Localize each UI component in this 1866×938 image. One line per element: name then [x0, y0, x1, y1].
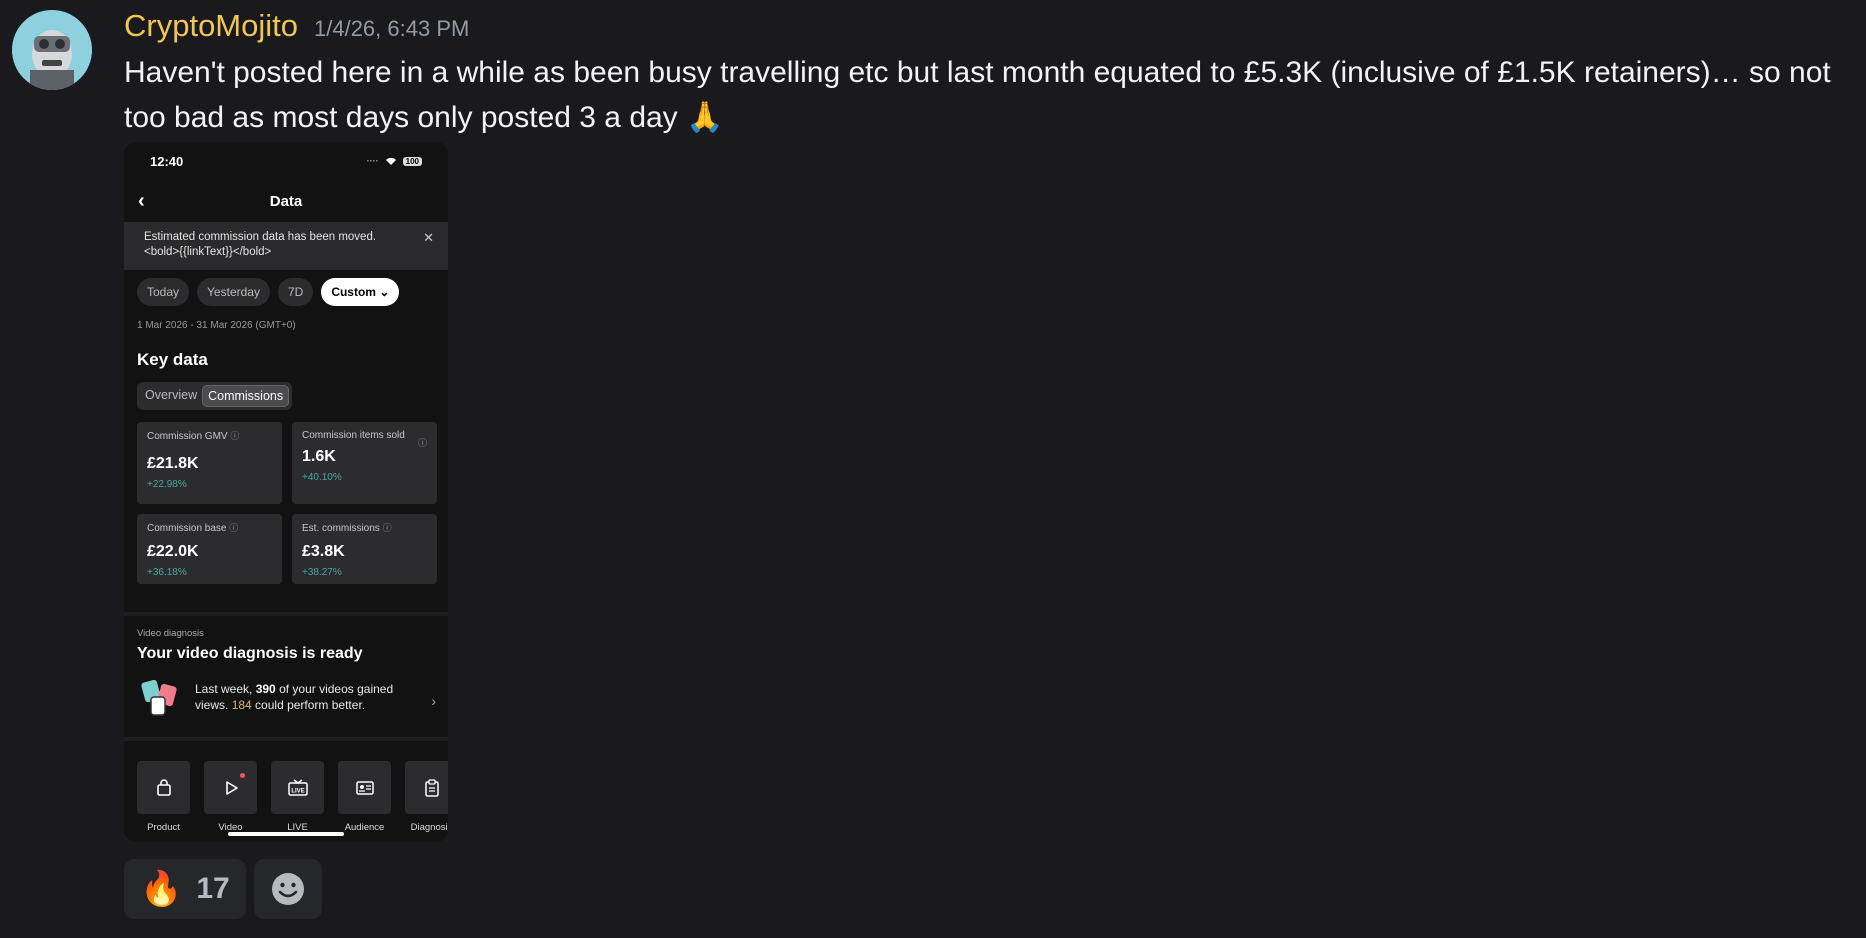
bag-icon — [137, 761, 190, 814]
tool-live[interactable]: LIVE LIVE — [271, 761, 324, 833]
info-icon[interactable]: ⓘ — [418, 436, 427, 449]
fire-emoji: 🔥 — [140, 870, 183, 908]
back-chevron-icon[interactable]: ‹ — [138, 190, 145, 213]
metric-card-commission-items-sold[interactable]: Commission items sold ⓘ 1.6K +40.10% — [292, 422, 437, 504]
attached-screenshot[interactable]: 12:40 ···· 100 ‹ Data Estimated commissi… — [124, 142, 448, 842]
card-delta: +36.18% — [147, 567, 187, 578]
card-label: Commission base ⓘ — [147, 522, 272, 535]
vd-count-gained: 390 — [255, 682, 276, 696]
card-value: £21.8K — [147, 455, 199, 472]
message-header: CryptoMojito 1/4/26, 6:43 PM — [124, 8, 1844, 50]
chat-message: CryptoMojito 1/4/26, 6:43 PM Haven't pos… — [124, 8, 1844, 140]
play-icon — [204, 761, 257, 814]
card-delta: +22.98% — [147, 479, 187, 490]
reaction-count: 17 — [196, 872, 230, 905]
message-body: Haven't posted here in a while as been b… — [124, 56, 1831, 134]
tool-label: Diagnosis — [410, 822, 448, 833]
tab-commissions[interactable]: Commissions — [202, 385, 290, 407]
vd-text-a: Last week, — [195, 682, 256, 696]
date-range: 1 Mar 2026 - 31 Mar 2026 (GMT+0) — [137, 320, 296, 331]
chip-custom[interactable]: Custom ⌄ — [321, 278, 400, 306]
card-label-text: Commission GMV — [147, 431, 228, 442]
id-card-icon — [338, 761, 391, 814]
date-filter-chips: Today Yesterday 7D Custom ⌄ — [124, 270, 448, 308]
card-delta: +38.27% — [302, 567, 342, 578]
chevron-down-icon: ⌄ — [379, 285, 390, 299]
info-icon[interactable]: ⓘ — [383, 523, 392, 533]
username[interactable]: CryptoMojito — [124, 8, 298, 44]
reaction-fire[interactable]: 🔥 17 — [124, 859, 246, 919]
card-value: 1.6K — [302, 448, 336, 465]
add-reaction-icon — [271, 873, 304, 905]
card-value: £3.8K — [302, 543, 345, 560]
tool-label: Product — [147, 822, 180, 833]
tool-diagnosis[interactable]: Diagnosis — [405, 761, 448, 833]
home-indicator — [228, 832, 344, 836]
metric-card-est-commissions[interactable]: Est. commissions ⓘ £3.8K +38.27% — [292, 514, 437, 584]
video-diagnosis-text: Last week, 390 of your videos gained vie… — [195, 681, 417, 713]
tool-audience[interactable]: Audience — [338, 761, 391, 833]
status-time: 12:40 — [150, 153, 184, 169]
wifi-icon — [385, 157, 396, 165]
tool-product[interactable]: Product — [137, 761, 190, 833]
message-text: Haven't posted here in a while as been b… — [124, 50, 1844, 140]
card-label: Est. commissions ⓘ — [302, 522, 427, 535]
tool-video[interactable]: Video — [204, 761, 257, 833]
folded-hands-emoji: 🙏 — [686, 101, 724, 134]
add-reaction-button[interactable] — [253, 859, 322, 919]
signal-icon: ···· — [366, 156, 379, 166]
info-icon[interactable]: ⓘ — [229, 523, 238, 533]
phone-status-bar: 12:40 ···· 100 — [124, 142, 448, 180]
tool-label: Audience — [344, 822, 385, 833]
info-banner: Estimated commission data has been moved… — [124, 222, 448, 270]
chip-today[interactable]: Today — [137, 278, 190, 306]
info-icon[interactable]: ⓘ — [230, 431, 239, 441]
live-tv-icon: LIVE — [271, 761, 324, 814]
tool-shortcuts: Product Video LIVE LIVE Audience Diagnos… — [124, 741, 448, 833]
card-label-text: Est. commissions — [302, 523, 380, 534]
segment-control: Overview Commissions — [137, 382, 293, 410]
vd-count-better: 184 — [231, 698, 252, 712]
card-label: Commission GMV ⓘ — [147, 430, 272, 443]
video-cards-icon — [137, 675, 181, 719]
user-avatar[interactable] — [12, 10, 92, 90]
metric-cards: Commission GMV ⓘ £21.8K +22.98% Commissi… — [124, 410, 448, 584]
chevron-right-icon: › — [431, 693, 436, 709]
vd-text-c: could perform better. — [251, 698, 366, 712]
nav-title: Data — [269, 192, 303, 210]
message-timestamp: 1/4/26, 6:43 PM — [314, 16, 470, 41]
video-diagnosis-title: Your video diagnosis is ready — [137, 645, 363, 662]
metric-card-commission-base[interactable]: Commission base ⓘ £22.0K +36.18% — [137, 514, 282, 584]
metric-card-commission-gmv[interactable]: Commission GMV ⓘ £21.8K +22.98% — [137, 422, 282, 504]
clipboard-icon — [405, 761, 448, 814]
video-diagnosis-card[interactable]: Last week, 390 of your videos gained vie… — [124, 663, 448, 719]
video-diagnosis-label: Video diagnosis — [137, 628, 204, 639]
key-data-title: Key data — [137, 350, 208, 369]
card-label-text: Commission base — [147, 523, 227, 534]
svg-text:LIVE: LIVE — [291, 788, 304, 794]
card-label: Commission items sold — [302, 430, 405, 441]
banner-text: Estimated commission data has been moved… — [144, 231, 377, 258]
chip-7d[interactable]: 7D — [277, 278, 314, 306]
reactions-bar: 🔥 17 — [124, 859, 322, 919]
status-icons: ···· 100 — [367, 156, 422, 166]
card-value: £22.0K — [147, 543, 199, 560]
battery-icon: 100 — [402, 156, 422, 166]
phone-nav-bar: ‹ Data — [124, 180, 448, 222]
chip-custom-label: Custom — [331, 285, 376, 299]
notification-dot — [240, 773, 245, 778]
chip-yesterday[interactable]: Yesterday — [197, 278, 270, 306]
tab-overview[interactable]: Overview — [140, 385, 202, 407]
card-delta: +40.10% — [302, 472, 342, 483]
close-icon[interactable]: ✕ — [423, 230, 434, 245]
